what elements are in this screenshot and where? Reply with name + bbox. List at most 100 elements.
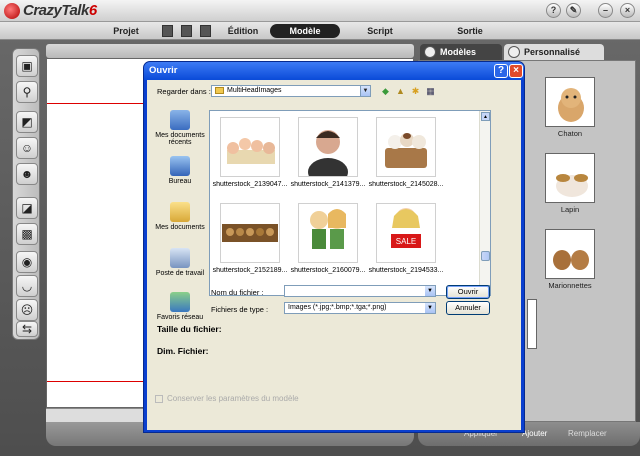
collapse-icon[interactable]: ⇆	[16, 321, 38, 337]
place-my-documents[interactable]: Mes documents	[151, 202, 209, 231]
look-in-label: Regarder dans :	[157, 87, 211, 96]
face-orientation-icon[interactable]: ☻	[16, 163, 38, 185]
dialog-help-icon[interactable]: ?	[494, 64, 508, 78]
open-button[interactable]: Ouvrir	[446, 285, 490, 299]
file-name: shutterstock_2141379...	[290, 181, 366, 188]
look-in-combo[interactable]: MultiHeadImages ▼	[211, 85, 371, 97]
desktop-icon	[170, 156, 190, 176]
my-documents-icon	[170, 202, 190, 222]
dogs-row-image	[222, 224, 278, 242]
file-name: shutterstock_2145028...	[368, 181, 444, 188]
place-desktop[interactable]: Bureau	[151, 156, 209, 185]
look-in-value: MultiHeadImages	[227, 87, 282, 94]
replace-button[interactable]: Remplacer	[568, 429, 607, 438]
menu-modele[interactable]: Modèle	[270, 24, 340, 38]
eye-icon[interactable]: ◉	[16, 251, 38, 273]
place-label: Poste de travail	[155, 270, 205, 277]
scroll-thumb[interactable]	[481, 251, 490, 261]
man-portrait-image	[299, 118, 357, 186]
my-computer-icon	[170, 248, 190, 268]
scroll-up-icon[interactable]: ▲	[481, 112, 490, 121]
puppies-image	[553, 250, 589, 270]
new-file-icon[interactable]	[162, 25, 173, 37]
chevron-down-icon[interactable]: ▼	[425, 303, 435, 313]
file-name: shutterstock_2160079...	[290, 267, 366, 274]
folder-icon	[215, 86, 224, 94]
tab-personnalise[interactable]: Personnalisé	[504, 44, 604, 60]
file-name: shutterstock_2152189...	[212, 267, 288, 274]
save-icon[interactable]	[200, 25, 211, 37]
dialog-titlebar: Ouvrir ? ×	[144, 62, 524, 80]
sale-sign-text: SALE	[396, 237, 416, 246]
file-list[interactable]: shutterstock_2139047... shutterstock_214…	[209, 110, 491, 296]
model-label: Chaton	[557, 129, 583, 138]
place-label: Favoris réseau	[156, 314, 204, 321]
file-thumbnail	[220, 203, 280, 263]
back-icon[interactable]: ◆	[380, 86, 391, 97]
crazytalk-logo-icon	[4, 3, 20, 19]
chevron-down-icon: ▼	[360, 86, 370, 96]
app-titlebar: CrazyTalk6 ? ✎ – ×	[0, 0, 640, 22]
mouth-icon[interactable]: ◡	[16, 275, 38, 297]
anime-girl-sale-image: SALE	[391, 208, 421, 248]
import-image-icon[interactable]: ▣	[16, 55, 38, 77]
view-menu-icon[interactable]: ▦	[425, 86, 436, 97]
file-size-label: Taille du fichier:	[157, 324, 222, 334]
menu-projet[interactable]: Projet	[106, 24, 146, 38]
rabbit-image	[556, 174, 588, 197]
tab-modeles[interactable]: Modèles	[420, 44, 502, 60]
check-icon	[424, 46, 436, 58]
help-icon[interactable]: ?	[546, 3, 561, 18]
file-thumbnail	[298, 117, 358, 186]
file-name: shutterstock_2139047...	[212, 181, 288, 188]
checkbox-icon	[155, 394, 163, 403]
viewport-toolbar	[46, 44, 414, 58]
dialog-close-icon[interactable]: ×	[509, 64, 523, 78]
place-recent[interactable]: Mes documents récents	[151, 110, 209, 146]
file-thumbnail	[376, 117, 436, 177]
close-app-icon[interactable]: ×	[620, 3, 635, 18]
main-menubar: Projet Édition Modèle Script Sortie	[0, 22, 640, 40]
model-thumb-lapin[interactable]	[545, 153, 595, 203]
head-icon[interactable]: ☹	[16, 299, 38, 321]
chevron-down-icon[interactable]: ▼	[425, 286, 435, 296]
model-label: Lapin	[560, 205, 580, 214]
place-network[interactable]: Favoris réseau	[151, 292, 209, 321]
puppies-basket-image	[385, 133, 427, 168]
file-list-scrollbar[interactable]: ▲ ▼	[479, 111, 490, 295]
menu-script[interactable]: Script	[352, 24, 408, 38]
panel-tabs: Modèles Personnalisé	[418, 44, 640, 60]
up-folder-icon[interactable]: ▲	[395, 86, 406, 97]
guide-line-bottom	[47, 381, 147, 382]
model-thumb-partial[interactable]	[527, 299, 537, 349]
menu-edition[interactable]: Édition	[218, 24, 268, 38]
app-title: CrazyTalk6	[23, 2, 97, 19]
filename-input[interactable]: ▼	[284, 285, 436, 297]
search-image-icon[interactable]: ⚲	[16, 81, 38, 103]
face-profile-icon[interactable]: ☺	[16, 137, 38, 159]
portrait-icon[interactable]: ▩	[16, 223, 38, 245]
menu-sortie[interactable]: Sortie	[440, 24, 500, 38]
filetype-value: Images (*.jpg;*.bmp;*.tga;*.png)	[288, 304, 387, 311]
radio-icon	[508, 46, 520, 58]
minimize-icon[interactable]: –	[598, 3, 613, 18]
model-thumb-marionnettes[interactable]	[545, 229, 595, 279]
tools-icon[interactable]: ✎	[566, 3, 581, 18]
model-thumb-chaton[interactable]	[545, 77, 595, 127]
add-button[interactable]: Ajouter	[522, 429, 547, 438]
open-file-dialog: Ouvrir ? × Regarder dans : MultiHeadImag…	[143, 61, 525, 433]
dialog-body: Regarder dans : MultiHeadImages ▼ ◆ ▲ ✱ …	[147, 80, 521, 430]
place-my-computer[interactable]: Poste de travail	[151, 248, 209, 277]
file-thumbnail	[298, 203, 358, 263]
file-thumbnail	[220, 117, 280, 177]
cancel-button[interactable]: Annuler	[446, 301, 490, 315]
new-folder-icon[interactable]: ✱	[410, 86, 421, 97]
face-fit-icon[interactable]: ◩	[16, 111, 38, 133]
recent-documents-icon	[170, 110, 190, 130]
cartoon-couple-image	[310, 209, 346, 249]
place-label: Mes documents	[155, 224, 205, 231]
background-edit-icon[interactable]: ◪	[16, 197, 38, 219]
open-folder-icon[interactable]	[181, 25, 192, 37]
keep-params-checkbox[interactable]: Conserver les paramètres du modèle	[155, 394, 299, 403]
filetype-select[interactable]: Images (*.jpg;*.bmp;*.tga;*.png) ▼	[284, 302, 436, 314]
